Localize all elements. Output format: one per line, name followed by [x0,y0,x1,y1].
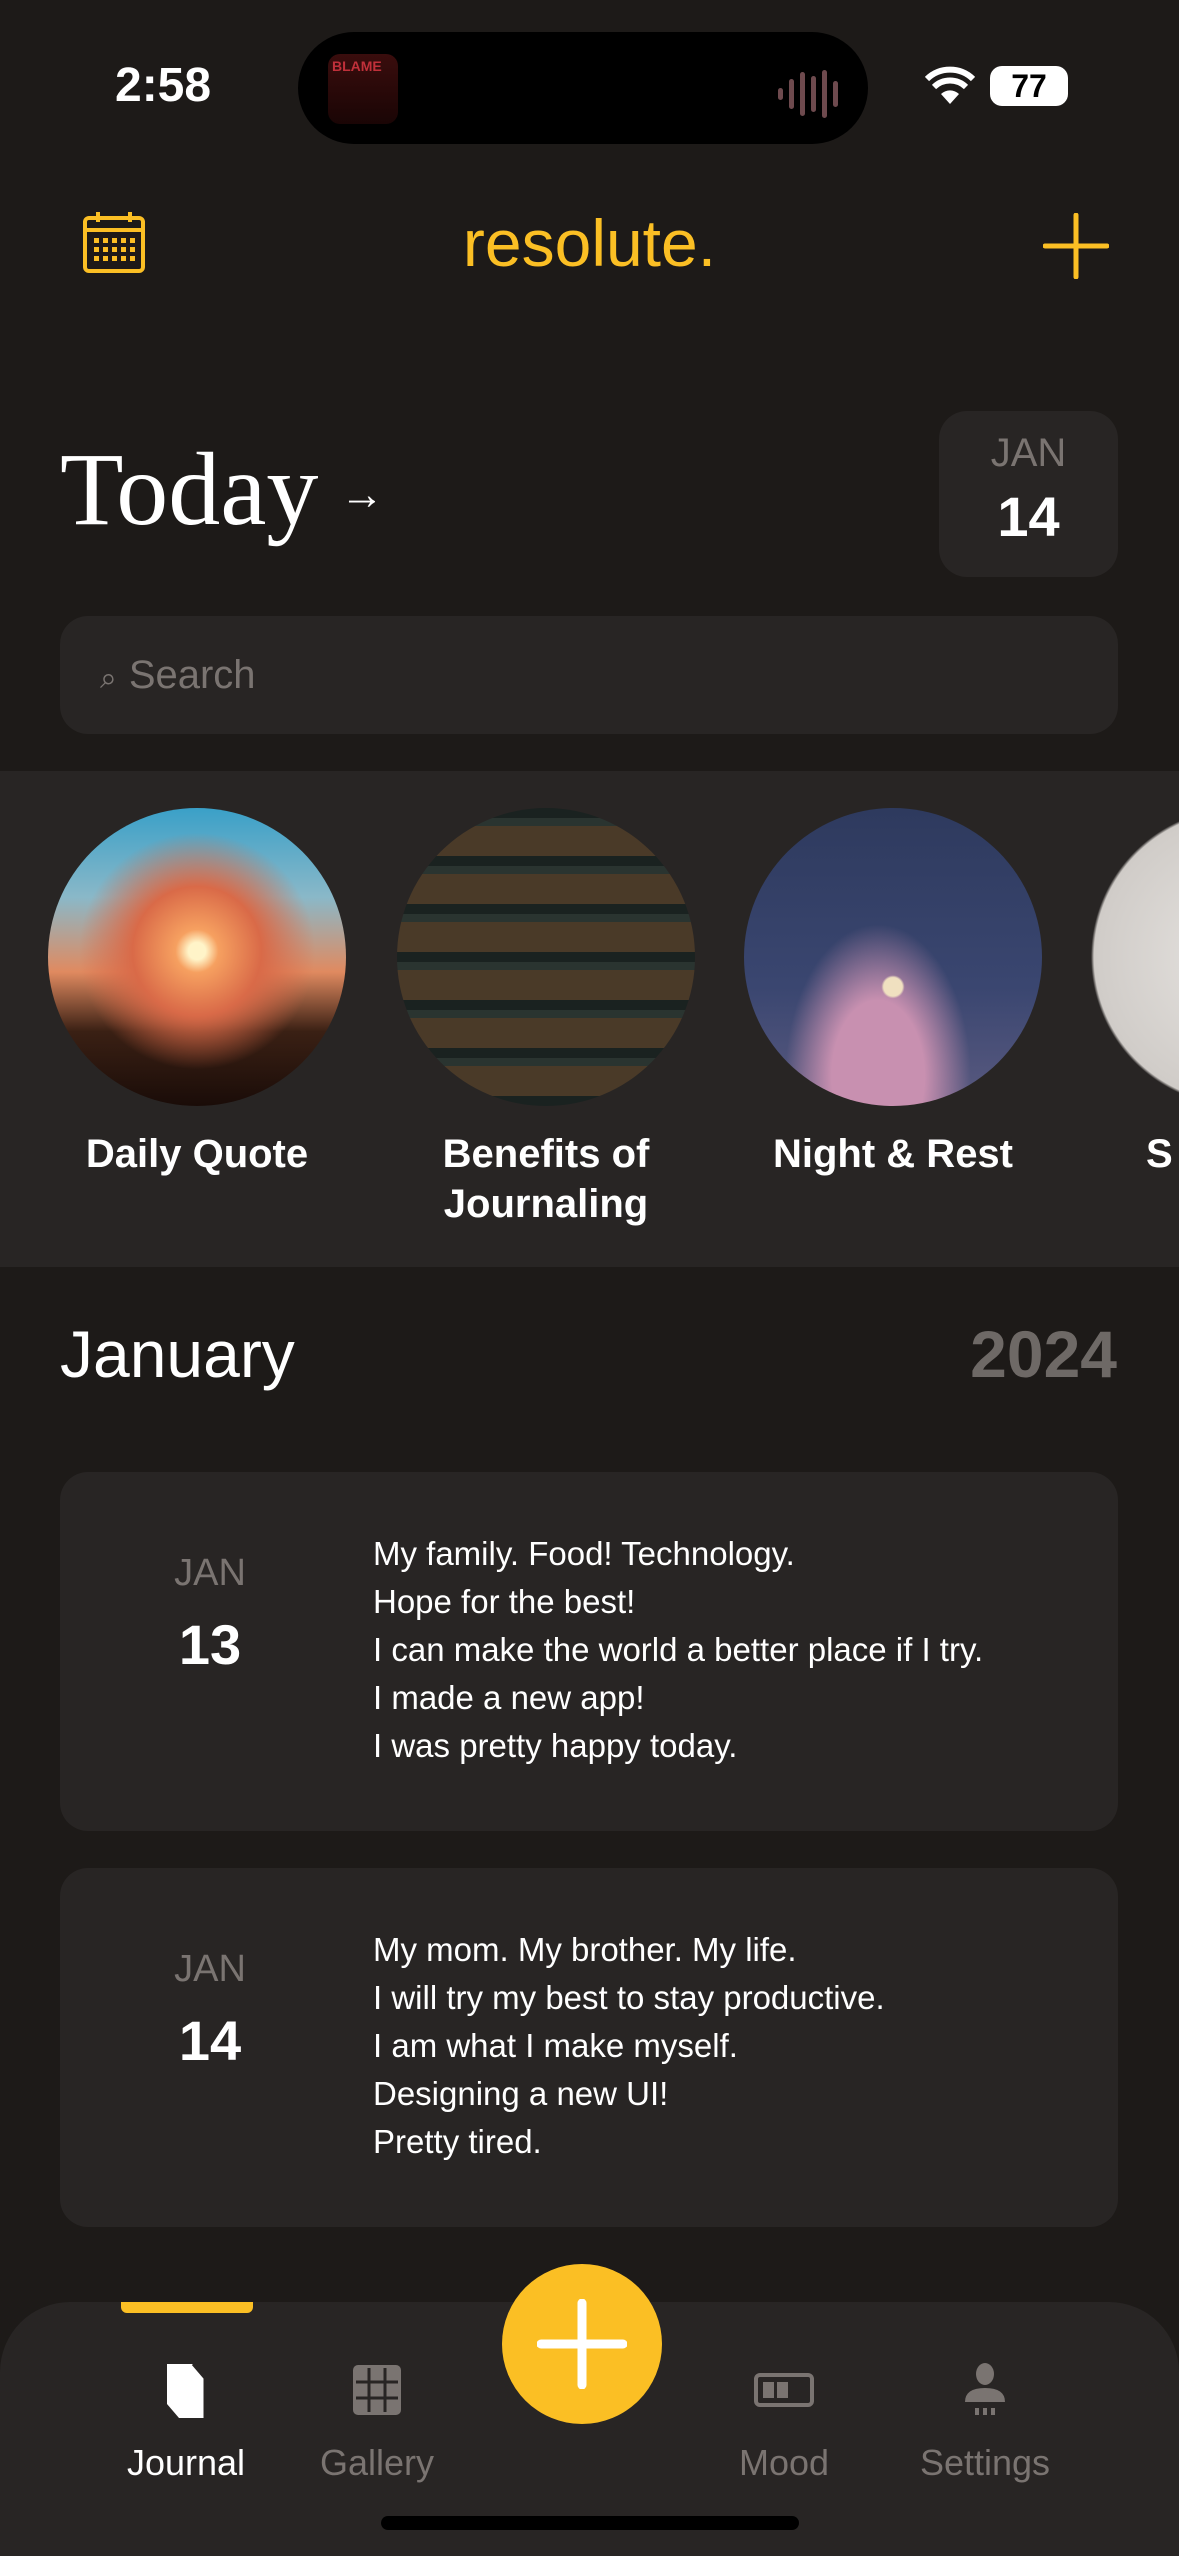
section-year: 2024 [970,1317,1117,1391]
story-image-daily-quote[interactable] [48,808,346,1106]
story-image-night-rest[interactable] [744,808,1042,1106]
tab-label: Journal [126,2442,246,2483]
tab-label: Mood [738,2442,830,2483]
new-entry-fab[interactable] [502,2264,662,2424]
journal-entry-card[interactable]: JAN 13 My family. Food! Technology. Hope… [60,1472,1118,1831]
search-icon: ⌕ [100,662,117,695]
wifi-icon [924,66,976,116]
today-heading[interactable]: Today [60,430,318,549]
album-art: BLAME [328,54,398,124]
tab-label: Settings [919,2442,1051,2483]
tab-settings[interactable]: Settings [900,2360,1070,2484]
battery-indicator: 77 [990,66,1068,106]
story-image-benefits-of-journaling[interactable] [397,808,695,1106]
add-entry-button[interactable] [1042,212,1110,284]
entry-month: JAN [174,1552,246,1594]
stories-carousel[interactable]: Daily Quote Benefits of Journaling Night… [0,771,1179,1267]
app-title: resolute. [462,206,717,280]
entry-line: I will try my best to stay productive. [373,1979,885,2016]
today-date-badge[interactable]: JAN 14 [939,411,1118,577]
entry-month: JAN [174,1948,246,1990]
story-label: S [1146,1132,1173,1176]
story-image-partial[interactable] [1091,808,1179,1106]
plus-icon [537,2299,627,2389]
person-icon [900,2360,1070,2420]
search-placeholder: Search [128,653,256,697]
search-input[interactable]: ⌕ Search [60,616,1118,734]
grid-icon [292,2360,462,2420]
entry-line: My mom. My brother. My life. [373,1931,797,1968]
entry-line: I can make the world a better place if I… [373,1631,984,1668]
status-time: 2:58 [115,59,212,112]
entry-day: 13 [178,1613,242,1676]
mood-icon [699,2360,869,2420]
story-label: Daily Quote [85,1132,309,1176]
date-month: JAN [990,431,1067,475]
journal-entry-card[interactable]: JAN 14 My mom. My brother. My life. I wi… [60,1868,1118,2227]
audio-wave-icon [778,70,838,118]
entry-line: My family. Food! Technology. [373,1535,795,1572]
tab-mood[interactable]: Mood [699,2360,869,2484]
home-indicator[interactable] [381,2516,799,2530]
tab-gallery[interactable]: Gallery [292,2360,462,2484]
entry-line: Designing a new UI! [373,2075,669,2112]
section-month: January [60,1317,295,1391]
arrow-right-icon[interactable]: → [340,470,384,520]
active-tab-indicator [121,2302,253,2313]
tab-label: Gallery [319,2442,435,2483]
story-label: Night & Rest [773,1132,1013,1176]
book-icon [101,2360,271,2420]
entry-line: I made a new app! [373,1679,645,1716]
dynamic-island[interactable]: BLAME [298,32,868,144]
date-day: 14 [997,485,1060,548]
entry-line: I am what I make myself. [373,2027,738,2064]
entry-line: Pretty tired. [373,2123,542,2160]
entry-line: I was pretty happy today. [373,1727,738,1764]
entry-line: Hope for the best! [373,1583,636,1620]
entry-day: 14 [178,2009,242,2072]
tab-journal[interactable]: Journal [101,2360,271,2484]
story-label: Benefits of Journaling [442,1132,650,1226]
